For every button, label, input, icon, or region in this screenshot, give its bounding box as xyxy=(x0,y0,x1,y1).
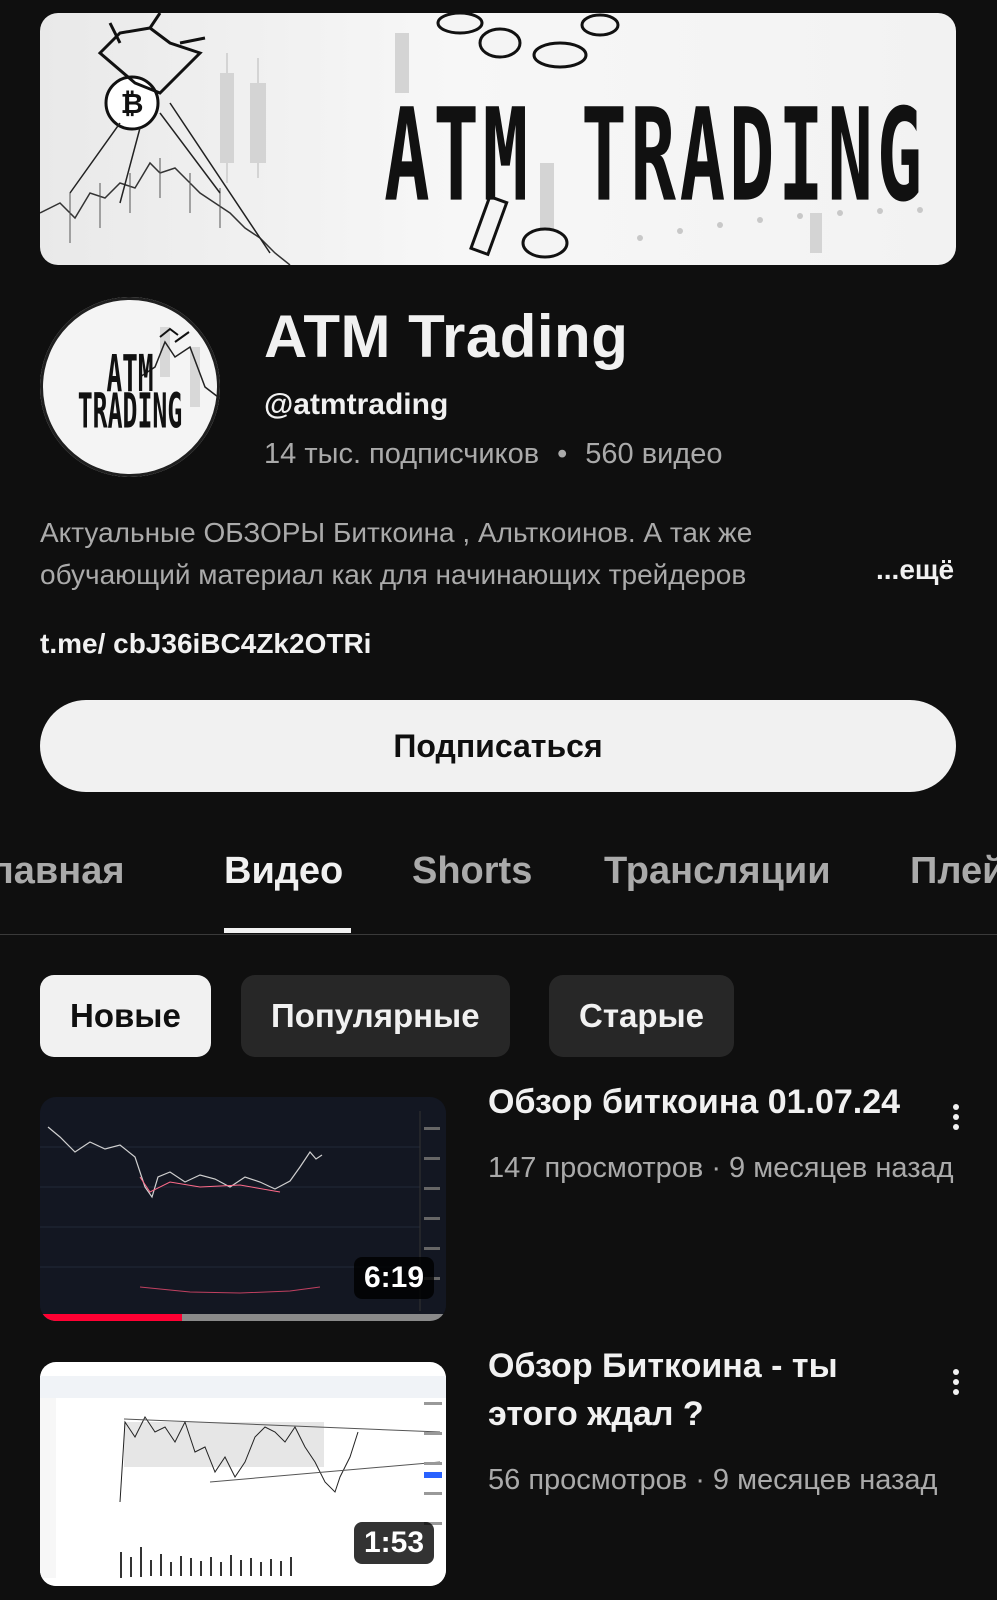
channel-link[interactable]: t.me/ cbJ36iBC4Zk2OTRi xyxy=(40,628,371,660)
channel-stats: 14 тыс. подписчиков • 560 видео xyxy=(264,438,723,471)
video-meta: 56 просмотров · 9 месяцев назад xyxy=(488,1464,938,1496)
more-vert-icon[interactable] xyxy=(944,1100,968,1140)
video-meta: 147 просмотров · 9 месяцев назад xyxy=(488,1152,954,1184)
active-tab-indicator xyxy=(224,928,351,933)
channel-tabs: Главная Видео Shorts Трансляции Плейлист… xyxy=(0,840,997,935)
watch-progress-fill xyxy=(40,1314,183,1321)
video-duration: 1:53 xyxy=(353,1522,434,1564)
tab-live[interactable]: Трансляции xyxy=(604,850,831,893)
tab-playlists[interactable]: Плейлисты xyxy=(910,850,997,893)
tab-shorts[interactable]: Shorts xyxy=(412,850,532,893)
tab-videos[interactable]: Видео xyxy=(224,850,343,893)
chip-oldest[interactable]: Старые xyxy=(549,975,735,1057)
description-line-1: Актуальные ОБЗОРЫ Биткоина , Альткоинов.… xyxy=(40,517,753,548)
channel-handle: @atmtrading xyxy=(264,388,449,421)
description-more-link[interactable]: ...ещё xyxy=(876,554,954,586)
svg-text:₿: ₿ xyxy=(121,87,144,120)
tab-home[interactable]: Главная xyxy=(0,850,125,893)
video-thumbnail[interactable]: 6:19 xyxy=(40,1097,446,1321)
subscriber-count: 14 тыс. подписчиков xyxy=(264,438,540,470)
avatar-text-line2: TRADING xyxy=(77,384,183,440)
channel-name: ATM Trading xyxy=(264,303,629,370)
chip-newest[interactable]: Новые xyxy=(40,975,211,1057)
subscribe-button[interactable]: Подписаться xyxy=(40,700,956,792)
stats-separator: • xyxy=(557,438,568,470)
channel-banner: ₿ ATM TRADING xyxy=(40,13,956,265)
chip-popular[interactable]: Популярные xyxy=(241,975,510,1057)
video-count: 560 видео xyxy=(585,438,723,470)
banner-title: ATM TRADING xyxy=(384,81,926,231)
video-title[interactable]: Обзор Биткоина - ты этого ждал ? xyxy=(488,1342,928,1438)
channel-avatar[interactable]: ATM TRADING xyxy=(40,297,220,477)
more-vert-icon[interactable] xyxy=(944,1365,968,1405)
description-line-2: обучающий материал как для начинающих тр… xyxy=(40,559,747,590)
video-title[interactable]: Обзор биткоина 01.07.24 xyxy=(488,1078,928,1126)
watch-progress-bar xyxy=(40,1314,446,1321)
channel-description[interactable]: Актуальные ОБЗОРЫ Биткоина , Альткоинов.… xyxy=(40,512,940,596)
video-duration: 6:19 xyxy=(353,1257,434,1299)
video-thumbnail[interactable]: 1:53 xyxy=(40,1362,446,1586)
